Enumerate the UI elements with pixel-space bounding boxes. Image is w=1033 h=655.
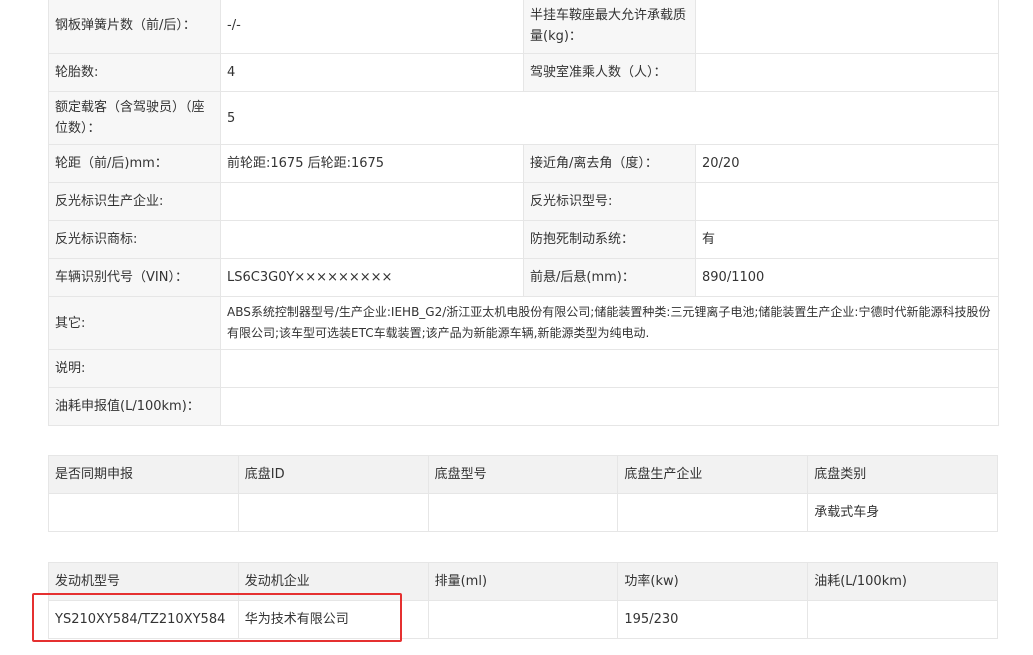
engine-model-cell: YS210XY584/TZ210XY584 xyxy=(48,600,239,639)
spec-label: 半挂车鞍座最大允许承载质量(kg)： xyxy=(523,0,696,54)
spec-value xyxy=(220,220,524,259)
spec-row: 反光标识生产企业: 反光标识型号: xyxy=(48,182,999,221)
spec-label: 钢板弹簧片数（前/后）： xyxy=(48,0,221,54)
spec-value: 5 xyxy=(220,91,999,145)
spec-value xyxy=(220,387,999,426)
engine-maker-cell: 华为技术有限公司 xyxy=(237,600,429,639)
table-cell xyxy=(237,493,429,532)
column-header: 底盘型号 xyxy=(427,455,619,494)
fuel-consumption-cell xyxy=(807,600,998,639)
spec-label: 接近角/离去角（度）： xyxy=(523,144,696,183)
table-cell xyxy=(617,493,809,532)
spec-label: 说明: xyxy=(48,349,221,388)
column-header: 底盘生产企业 xyxy=(617,455,809,494)
table-header-row: 是否同期申报 底盘ID 底盘型号 底盘生产企业 底盘类别 xyxy=(48,455,998,494)
spec-label: 轮胎数: xyxy=(48,53,221,92)
table-cell xyxy=(48,493,239,532)
spec-label: 驾驶室准乘人数（人）： xyxy=(523,53,696,92)
spec-row: 车辆识别代号（VIN）： LS6C3G0Y××××××××× 前悬/后悬(mm)… xyxy=(48,258,999,297)
spec-row: 油耗申报值(L/100km)： xyxy=(48,387,999,426)
table-header-row: 发动机型号 发动机企业 排量(ml) 功率(kw) 油耗(L/100km) xyxy=(48,562,998,601)
spec-value xyxy=(220,349,999,388)
spec-label: 额定载客（含驾驶员）（座位数）： xyxy=(48,91,221,145)
column-header: 发动机型号 xyxy=(48,562,239,601)
table-cell xyxy=(427,493,619,532)
spec-row: 轮距（前/后)mm： 前轮距:1675 后轮距:1675 接近角/离去角（度）：… xyxy=(48,144,999,183)
spec-value: ABS系统控制器型号/生产企业:IEHB_G2/浙江亚太机电股份有限公司;储能装… xyxy=(220,296,999,350)
column-header: 排量(ml) xyxy=(427,562,619,601)
column-header: 油耗(L/100km) xyxy=(807,562,998,601)
spec-value xyxy=(695,0,999,54)
spec-row: 钢板弹簧片数（前/后）： -/- 半挂车鞍座最大允许承载质量(kg)： xyxy=(48,0,999,54)
spec-label: 前悬/后悬(mm)： xyxy=(523,258,696,297)
column-header: 功率(kw) xyxy=(617,562,809,601)
table-row: YS210XY584/TZ210XY584 华为技术有限公司 195/230 xyxy=(48,600,998,639)
spec-value: 有 xyxy=(695,220,999,259)
spec-row: 说明: xyxy=(48,349,999,388)
spec-label: 反光标识生产企业: xyxy=(48,182,221,221)
spec-row: 轮胎数: 4 驾驶室准乘人数（人）： xyxy=(48,53,999,92)
column-header: 底盘类别 xyxy=(807,455,998,494)
spec-label: 其它: xyxy=(48,296,221,350)
spec-value: 4 xyxy=(220,53,524,92)
spec-value: 20/20 xyxy=(695,144,999,183)
engine-table: 发动机型号 发动机企业 排量(ml) 功率(kw) 油耗(L/100km) YS… xyxy=(48,562,998,639)
table-cell: 承载式车身 xyxy=(807,493,998,532)
spec-label: 油耗申报值(L/100km)： xyxy=(48,387,221,426)
chassis-table: 是否同期申报 底盘ID 底盘型号 底盘生产企业 底盘类别 承载式车身 xyxy=(48,455,998,532)
spec-value: -/- xyxy=(220,0,524,54)
spec-value xyxy=(220,182,524,221)
spec-value: 前轮距:1675 后轮距:1675 xyxy=(220,144,524,183)
displacement-cell xyxy=(427,600,619,639)
spec-value: LS6C3G0Y××××××××× xyxy=(220,258,524,297)
spec-row: 其它: ABS系统控制器型号/生产企业:IEHB_G2/浙江亚太机电股份有限公司… xyxy=(48,296,999,350)
spec-label: 反光标识商标: xyxy=(48,220,221,259)
table-row: 承载式车身 xyxy=(48,493,998,532)
spec-label: 防抱死制动系统： xyxy=(523,220,696,259)
spec-row: 反光标识商标: 防抱死制动系统： 有 xyxy=(48,220,999,259)
spec-label: 轮距（前/后)mm： xyxy=(48,144,221,183)
column-header: 发动机企业 xyxy=(237,562,429,601)
column-header: 底盘ID xyxy=(237,455,429,494)
column-header: 是否同期申报 xyxy=(48,455,239,494)
spec-label: 车辆识别代号（VIN）： xyxy=(48,258,221,297)
spec-value xyxy=(695,182,999,221)
spec-row: 额定载客（含驾驶员）（座位数）： 5 xyxy=(48,91,999,145)
vehicle-spec-table: 钢板弹簧片数（前/后）： -/- 半挂车鞍座最大允许承载质量(kg)： 轮胎数:… xyxy=(48,0,999,426)
spec-value xyxy=(695,53,999,92)
power-cell: 195/230 xyxy=(617,600,809,639)
spec-label: 反光标识型号: xyxy=(523,182,696,221)
spec-value: 890/1100 xyxy=(695,258,999,297)
